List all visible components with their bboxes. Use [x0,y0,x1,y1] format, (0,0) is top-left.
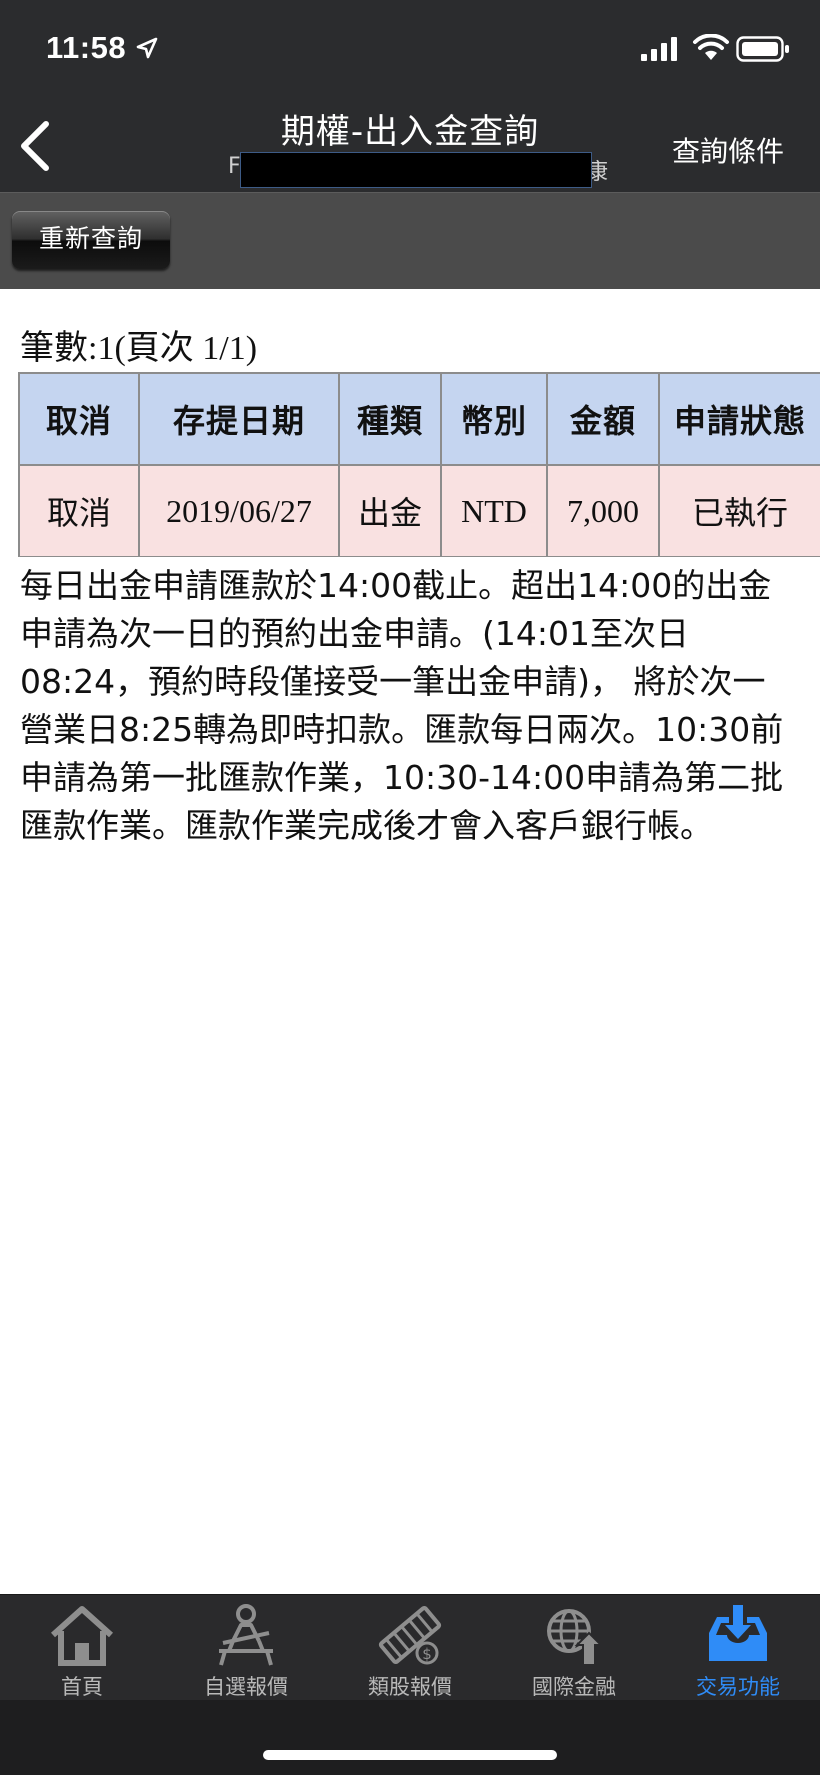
wifi-icon [693,34,729,60]
requery-button[interactable]: 重新查詢 [12,211,170,269]
notice-line: 08:24，預約時段僅接受一筆出金申請)， 將於次一 [20,662,766,701]
tab-sector-quotes[interactable]: $ 類股報價 [328,1595,492,1701]
header-type: 種類 [338,372,442,466]
tab-watchlist[interactable]: 自選報價 [164,1595,328,1701]
cancel-button-disabled: 取消 [18,464,140,557]
tab-international-finance[interactable]: 國際金融 [492,1595,656,1701]
tab-label: 交易功能 [696,1675,780,1699]
header-amount: 金額 [546,372,660,466]
tab-home[interactable]: 首頁 [0,1595,164,1701]
transfer-table-container: 取消 存提日期 種類 幣別 金額 申請狀態 取消 2019/06/27 出金 N… [18,372,820,557]
home-icon [50,1606,114,1666]
person-desk-icon [219,1604,273,1666]
tab-label: 類股報價 [368,1675,452,1699]
location-arrow-icon [136,37,158,59]
status-time: 11:58 [46,30,127,65]
account-info: F 康 [200,150,620,188]
notice-line: 匯款作業。匯款作業完成後才會入客戶銀行帳。 [20,806,713,845]
battery-icon [736,36,789,62]
cell-status: 已執行 [658,464,820,557]
home-indicator-area [0,1700,820,1775]
cell-amount: 7,000 [546,464,660,557]
record-count: 筆數:1(頁次 1/1) [20,330,258,367]
film-dollar-icon: $ [378,1605,442,1665]
notice-line: 申請為第一批匯款作業，10:30-14:00申請為第二批 [20,758,784,797]
home-indicator[interactable] [263,1750,557,1760]
transfer-table: 取消 存提日期 種類 幣別 金額 申請狀態 取消 2019/06/27 出金 N… [18,372,820,557]
account-prefix: F [228,154,241,179]
redacted-account [240,152,592,188]
tab-trading-functions[interactable]: 交易功能 [656,1595,820,1701]
cell-type: 出金 [338,464,442,557]
header-status: 申請狀態 [658,372,820,466]
table-row: 取消 2019/06/27 出金 NTD 7,000 已執行 [18,464,820,557]
tab-label: 國際金融 [532,1675,616,1699]
notice-line: 營業日8:25轉為即時扣款。匯款每日兩次。10:30前 [20,710,784,749]
tab-label: 首頁 [61,1675,103,1699]
bottom-tab-bar: 首頁 自選報價 $ 類股報價 國際金融 交易功能 [0,1594,820,1701]
cell-date: 2019/06/27 [138,464,340,557]
table-header-row: 取消 存提日期 種類 幣別 金額 申請狀態 [18,372,820,466]
header-date: 存提日期 [138,372,340,466]
notice-line: 每日出金申請匯款於14:00截止。超出14:00的出金 [20,566,772,605]
toolbar: 重新查詢 [0,192,820,289]
svg-text:$: $ [422,1645,432,1663]
header-cancel: 取消 [18,372,140,466]
query-conditions-button[interactable]: 查詢條件 [672,130,784,170]
cell-currency: NTD [440,464,548,557]
header-currency: 幣別 [440,372,548,466]
withdrawal-notice: 每日出金申請匯款於14:00截止。超出14:00的出金 申請為次一日的預約出金申… [20,562,820,850]
tab-label: 自選報價 [204,1675,288,1699]
navigation-bar: 期權-出入金查詢 F 康 查詢條件 [0,98,820,192]
notice-line: 申請為次一日的預約出金申請。(14:01至次日 [20,614,689,653]
tray-download-icon [709,1605,767,1661]
status-bar: 11:58 [0,0,820,98]
globe-arrow-icon [547,1609,604,1666]
cellular-signal-icon [641,37,677,61]
